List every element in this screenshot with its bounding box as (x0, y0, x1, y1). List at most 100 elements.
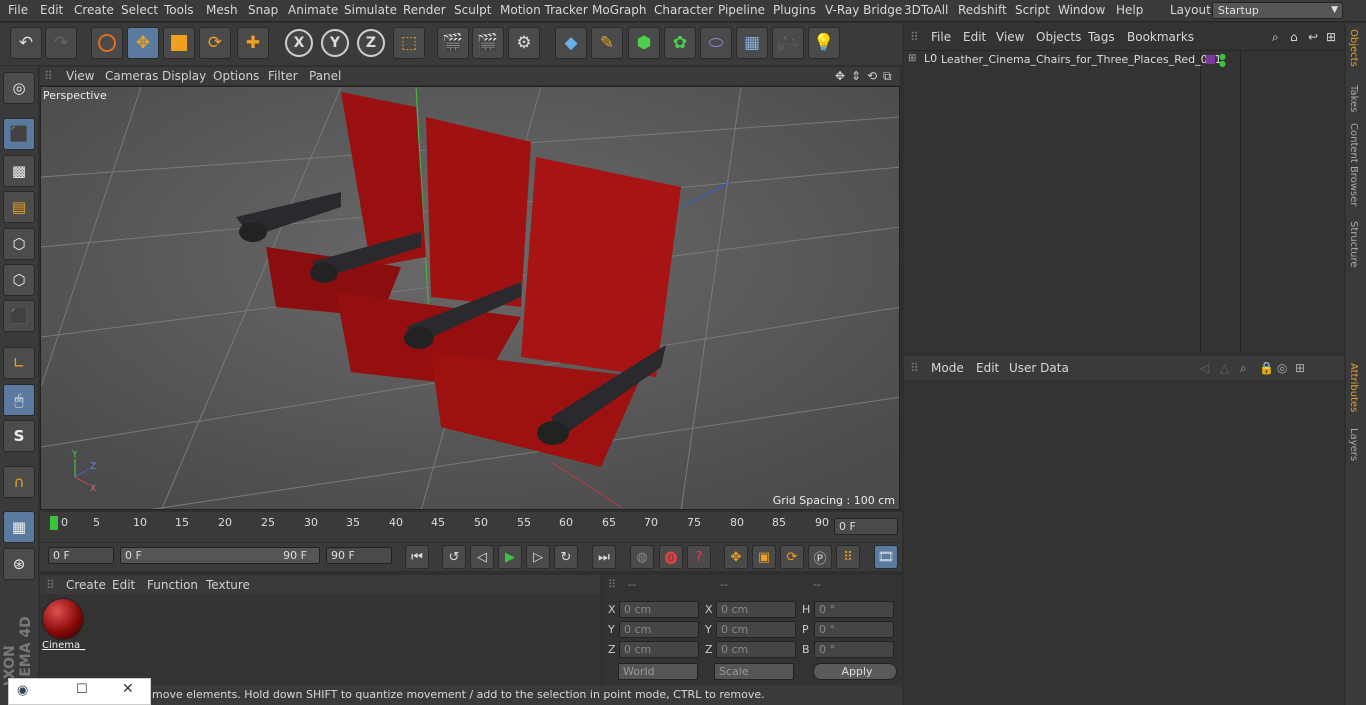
material-menu-create[interactable]: Create (66, 578, 106, 592)
go-to-end-button[interactable]: ⏭ (592, 545, 616, 569)
position-y-field[interactable]: 0 cm (619, 621, 699, 638)
attribute-menu-user-data[interactable]: User Data (1009, 361, 1069, 375)
world-dropdown[interactable]: World (618, 663, 698, 680)
rotation-p-field[interactable]: 0 ° (814, 621, 894, 638)
search-icon[interactable]: ⌕ (1240, 361, 1247, 376)
autokey-button[interactable]: ⓿ (659, 545, 683, 569)
locked-workplane-button[interactable]: ⊛ (3, 548, 35, 580)
layout-dropdown[interactable]: Startup ▼ (1212, 2, 1343, 19)
search-icon[interactable]: ⌕ (1272, 30, 1279, 45)
frame-range-slider[interactable]: 0 F 90 F (120, 547, 320, 564)
next-key-button[interactable]: ↻ (554, 545, 578, 569)
points-mode-button[interactable]: ⬡ (3, 228, 35, 260)
viewport-perspective[interactable]: Y Z X Perspective Grid Spacing : 100 cm (40, 86, 900, 510)
menu-mograph[interactable]: MoGraph (592, 3, 647, 17)
new-window-icon[interactable]: ⊞ (1295, 361, 1305, 375)
playhead-marker[interactable] (50, 516, 58, 530)
timeline-ruler[interactable]: 0 5 10 15 20 25 30 35 40 45 50 55 60 65 … (40, 512, 902, 542)
target-icon[interactable]: ◎ (1277, 361, 1287, 375)
menu-animate[interactable]: Animate (288, 3, 338, 17)
menu-create[interactable]: Create (74, 3, 114, 17)
scale-dropdown[interactable]: Scale (714, 663, 794, 680)
tab-takes[interactable]: Takes (1348, 85, 1359, 112)
object-menu-bookmarks[interactable]: Bookmarks (1127, 30, 1194, 44)
y-axis-button[interactable]: Y (321, 29, 349, 57)
render-picture-viewer-button[interactable]: 🎬 (472, 27, 504, 59)
viewport-menu-display[interactable]: Display (162, 69, 206, 83)
menu-script[interactable]: Script (1015, 3, 1050, 17)
play-button[interactable]: ▶ (498, 545, 522, 569)
attribute-menu-mode[interactable]: Mode (931, 361, 964, 375)
menu-motion-tracker[interactable]: Motion Tracker (500, 3, 588, 17)
rotation-h-field[interactable]: 0 ° (814, 601, 894, 618)
menu-pipeline[interactable]: Pipeline (718, 3, 765, 17)
render-view-button[interactable]: 🎬 (437, 27, 469, 59)
menu-sculpt[interactable]: Sculpt (454, 3, 491, 17)
maximize-view-icon[interactable]: ⧉ (883, 69, 892, 84)
apply-button[interactable]: Apply (813, 663, 897, 680)
workplane-lock-button[interactable]: ▦ (3, 511, 35, 543)
layer-color-swatch[interactable] (1206, 55, 1215, 64)
scale-tool-button[interactable] (163, 27, 195, 59)
tab-content-browser[interactable]: Content Browser (1348, 123, 1359, 206)
model-mode-button[interactable]: ⬛ (3, 118, 35, 150)
object-menu-file[interactable]: File (931, 30, 951, 44)
material-menu-edit[interactable]: Edit (112, 578, 135, 592)
menu-edit[interactable]: Edit (40, 3, 63, 17)
keyframe-selection-button[interactable]: ? (687, 545, 711, 569)
x-axis-button[interactable]: X (285, 29, 313, 57)
tab-layers[interactable]: Layers (1348, 428, 1359, 461)
start-frame-field[interactable]: 0 F (48, 547, 114, 564)
object-menu-edit[interactable]: Edit (963, 30, 986, 44)
material-menu-function[interactable]: Function (147, 578, 198, 592)
viewport-menu-cameras[interactable]: Cameras (105, 69, 158, 83)
workplane-button[interactable]: ▤ (3, 191, 35, 223)
object-menu-view[interactable]: View (996, 30, 1024, 44)
menu-simulate[interactable]: Simulate (344, 3, 397, 17)
solo-button[interactable]: S (3, 420, 35, 452)
cloner-icon[interactable]: ✿ (664, 27, 696, 59)
floor-icon[interactable]: ▦ (736, 27, 768, 59)
viewport-menu-options[interactable]: Options (213, 69, 259, 83)
rotate-tool-button[interactable]: ⟳ (199, 27, 231, 59)
move-tool-button[interactable]: ✥ (127, 27, 159, 59)
back-arrow-icon[interactable]: ◁ (1200, 361, 1209, 375)
back-icon[interactable]: ↩ (1308, 30, 1318, 44)
coordinate-system-button[interactable]: ⬚ (393, 27, 425, 59)
viewport-menu-filter[interactable]: Filter (268, 69, 298, 83)
menu-help[interactable]: Help (1116, 3, 1143, 17)
size-y-field[interactable]: 0 cm (716, 621, 796, 638)
z-axis-button[interactable]: Z (357, 29, 385, 57)
record-keyframe-button[interactable]: ◍ (630, 545, 654, 569)
menu-file[interactable]: File (8, 3, 28, 17)
current-frame-field[interactable]: 0 F (834, 518, 898, 535)
size-x-field[interactable]: 0 cm (716, 601, 796, 618)
previous-frame-button[interactable]: ◁ (470, 545, 494, 569)
viewport-menu-panel[interactable]: Panel (309, 69, 341, 83)
menu-character[interactable]: Character (654, 3, 713, 17)
menu-render[interactable]: Render (403, 3, 446, 17)
up-arrow-icon[interactable]: △ (1220, 361, 1229, 375)
tab-structure[interactable]: Structure (1348, 221, 1359, 268)
subdivision-icon[interactable]: ⬢ (628, 27, 660, 59)
snap-magnet-icon[interactable]: ∩ (3, 466, 35, 498)
texture-mode-button[interactable]: ▩ (3, 155, 35, 187)
menu-select[interactable]: Select (121, 3, 158, 17)
camera-icon[interactable]: 🎥 (772, 27, 804, 59)
live-selection-button[interactable] (91, 27, 123, 59)
position-x-field[interactable]: 0 cm (619, 601, 699, 618)
menu-plugins[interactable]: Plugins (773, 3, 816, 17)
cube-icon[interactable]: ◆ (555, 27, 587, 59)
object-menu-tags[interactable]: Tags (1088, 30, 1115, 44)
lock-icon[interactable]: 🔒 (1259, 361, 1274, 375)
tab-attributes[interactable]: Attributes (1348, 363, 1359, 412)
key-position-button[interactable]: ✥ (724, 545, 748, 569)
key-rotation-button[interactable]: ⟳ (780, 545, 804, 569)
undo-button[interactable]: ↶ (10, 27, 42, 59)
previous-key-button[interactable]: ↺ (442, 545, 466, 569)
menu-snap[interactable]: Snap (248, 3, 278, 17)
tweak-mode-button[interactable]: 🖱 (3, 384, 35, 416)
redo-button[interactable]: ↷ (45, 27, 77, 59)
end-frame-field[interactable]: 90 F (326, 547, 392, 564)
menu-3dtoall[interactable]: 3DToAll (904, 3, 948, 17)
